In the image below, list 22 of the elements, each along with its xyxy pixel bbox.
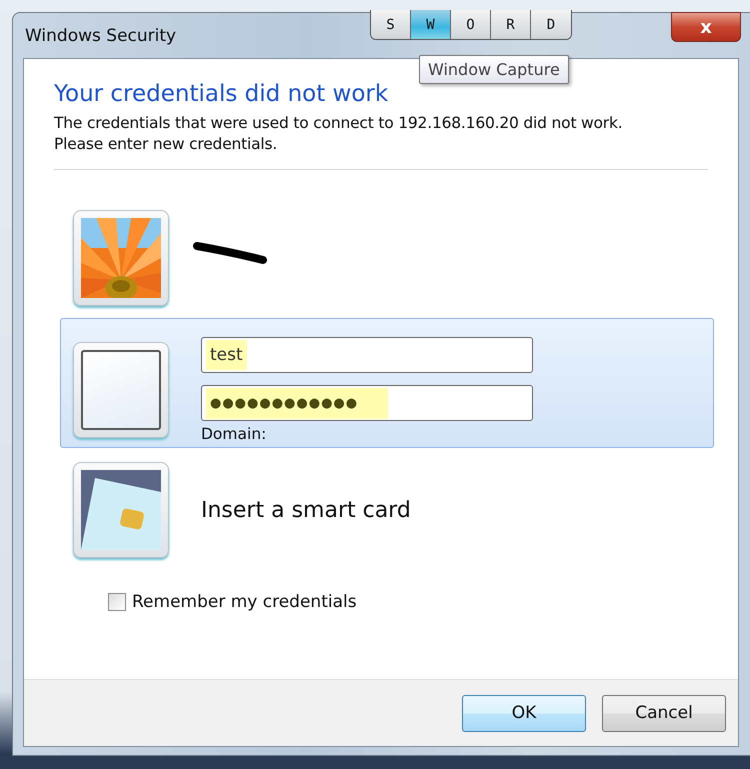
domain-label: Domain: <box>201 425 268 443</box>
username-field[interactable]: test <box>201 337 533 373</box>
smart-card-icon <box>81 470 161 550</box>
close-button[interactable]: x <box>671 12 741 42</box>
window-title: Windows Security <box>24 26 176 46</box>
password-field[interactable]: ●●●●●●●●●●●● <box>201 385 533 421</box>
ok-button[interactable]: OK <box>462 694 586 732</box>
cancel-button[interactable]: Cancel <box>602 694 726 732</box>
error-message: Please enter new credentials. <box>54 134 278 155</box>
remember-checkbox[interactable] <box>108 593 126 611</box>
smart-card-label: Insert a smart card <box>201 498 411 522</box>
toolbar-button[interactable]: O <box>451 10 491 39</box>
remember-label: Remember my credentials <box>132 592 357 612</box>
toolbar-button[interactable]: D <box>531 10 571 39</box>
toolbar-button[interactable]: R <box>491 10 531 39</box>
error-message: The credentials that were used to connect to 192.168.160.20 did not work. <box>54 113 624 134</box>
credential-tile[interactable]: test ●●●●●●●●●●●● Domain: <box>60 318 714 448</box>
error-heading: Your credentials did not work <box>54 81 390 107</box>
toolbar-button[interactable]: S <box>371 10 411 39</box>
tooltip: Window Capture <box>419 55 569 84</box>
toolbar-button[interactable]: W <box>411 10 451 39</box>
smart-card-tile[interactable]: Insert a smart card <box>60 458 714 562</box>
